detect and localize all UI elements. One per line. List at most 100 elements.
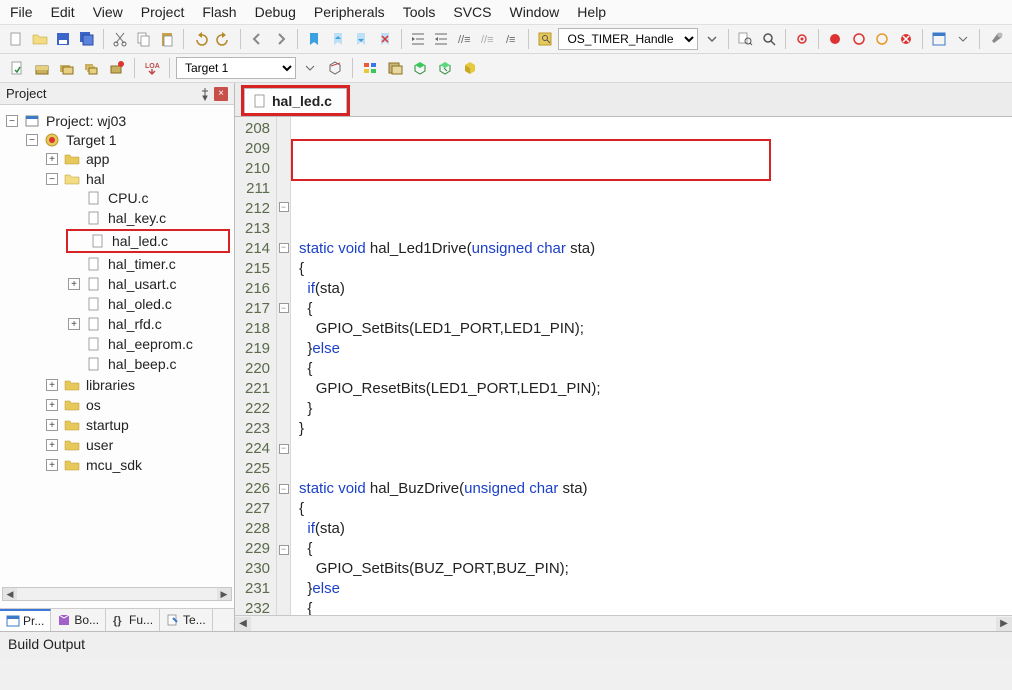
manage-project-button[interactable] (359, 57, 381, 79)
menu-svcs[interactable]: SVCS (453, 4, 491, 20)
menu-view[interactable]: View (93, 4, 123, 20)
window-layout-button[interactable] (929, 28, 949, 50)
cut-button[interactable] (110, 28, 130, 50)
expand-icon[interactable]: + (46, 153, 58, 165)
tree-project-root[interactable]: − Project: wj03 (4, 112, 230, 130)
paste-button[interactable] (157, 28, 177, 50)
scroll-left-icon[interactable]: ◀ (3, 588, 17, 600)
collapse-icon[interactable]: − (26, 134, 38, 146)
project-tree[interactable]: − Project: wj03 − Target 1 +ap (0, 105, 234, 608)
tree-folder-startup[interactable]: +startup (44, 416, 230, 434)
tree-target[interactable]: − Target 1 (24, 131, 230, 149)
debug-session-button[interactable] (792, 28, 812, 50)
tab-templates[interactable]: Te... (160, 609, 213, 631)
pack-installer-button[interactable] (409, 57, 431, 79)
bookmark-clear-button[interactable] (374, 28, 394, 50)
code-text-area[interactable]: static void hal_Led1Drive(unsigned char … (291, 117, 1012, 615)
tab-functions[interactable]: {} Fu... (106, 609, 160, 631)
open-file-button[interactable] (29, 28, 49, 50)
tree-file-cpu[interactable]: CPU.c (66, 189, 230, 207)
menu-flash[interactable]: Flash (202, 4, 236, 20)
tree-file-halusart[interactable]: +hal_usart.c (66, 275, 230, 293)
tab-books[interactable]: Bo... (51, 609, 106, 631)
fold-column[interactable]: − − − − − − (277, 117, 291, 615)
menu-edit[interactable]: Edit (51, 4, 75, 20)
symbol-combo[interactable]: OS_TIMER_Handle (558, 28, 698, 50)
target-combo[interactable]: Target 1 (176, 57, 296, 79)
target-options-button[interactable] (324, 57, 346, 79)
scroll-left-icon[interactable]: ◀ (235, 617, 251, 631)
undo-button[interactable] (190, 28, 210, 50)
search-project-button[interactable] (735, 28, 755, 50)
menu-project[interactable]: Project (141, 4, 185, 20)
bookmark-next-button[interactable] (351, 28, 371, 50)
tree-file-haloled[interactable]: hal_oled.c (66, 295, 230, 313)
close-panel-button[interactable]: × (214, 87, 228, 101)
expand-icon[interactable]: + (68, 318, 80, 330)
download-button[interactable]: LOAD (141, 57, 163, 79)
copy-button[interactable] (133, 28, 153, 50)
expand-icon[interactable]: + (46, 399, 58, 411)
tree-folder-hal[interactable]: −hal (44, 170, 230, 188)
menu-help[interactable]: Help (577, 4, 606, 20)
tree-file-haleeprom[interactable]: hal_eeprom.c (66, 335, 230, 353)
window-layout-dropdown[interactable] (952, 28, 972, 50)
code-editor[interactable]: 2082092102112122132142152162172182192202… (235, 117, 1012, 615)
translate-button[interactable] (6, 57, 28, 79)
tab-project[interactable]: Pr... (0, 609, 51, 631)
menu-tools[interactable]: Tools (403, 4, 436, 20)
menu-debug[interactable]: Debug (255, 4, 296, 20)
save-button[interactable] (53, 28, 73, 50)
expand-icon[interactable]: + (68, 278, 80, 290)
expand-icon[interactable]: + (46, 419, 58, 431)
bookmark-toggle-button[interactable] (304, 28, 324, 50)
nav-back-button[interactable] (247, 28, 267, 50)
insert-breakpoint-button[interactable] (825, 28, 845, 50)
batch-build-button[interactable] (81, 57, 103, 79)
tree-folder-mcusdk[interactable]: +mcu_sdk (44, 456, 230, 474)
new-file-button[interactable] (6, 28, 26, 50)
scroll-right-icon[interactable]: ▶ (217, 588, 231, 600)
target-dropdown-button[interactable] (299, 57, 321, 79)
bookmark-prev-button[interactable] (327, 28, 347, 50)
menu-peripherals[interactable]: Peripherals (314, 4, 385, 20)
save-all-button[interactable] (76, 28, 96, 50)
redo-button[interactable] (214, 28, 234, 50)
expand-icon[interactable]: + (46, 379, 58, 391)
pack-installer-2-button[interactable] (434, 57, 456, 79)
combo-dropdown-button[interactable] (701, 28, 721, 50)
tree-folder-user[interactable]: +user (44, 436, 230, 454)
comment-button[interactable]: //≡ (455, 28, 475, 50)
tree-file-halbeep[interactable]: hal_beep.c (66, 355, 230, 373)
tree-file-haltimer[interactable]: hal_timer.c (66, 255, 230, 273)
indent-button[interactable] (408, 28, 428, 50)
editor-hscrollbar[interactable]: ◀ ▶ (235, 615, 1012, 631)
enable-breakpoint-button[interactable] (849, 28, 869, 50)
find-button[interactable] (535, 28, 555, 50)
incremental-search-button[interactable] (758, 28, 778, 50)
project-hscrollbar[interactable]: ◀ ▶ (2, 587, 232, 601)
scroll-right-icon[interactable]: ▶ (996, 617, 1012, 631)
unindent-button[interactable] (431, 28, 451, 50)
tree-folder-libraries[interactable]: +libraries (44, 376, 230, 394)
tree-folder-app[interactable]: +app (44, 150, 230, 168)
editor-tab-halled[interactable]: hal_led.c (244, 88, 347, 113)
collapse-icon[interactable]: − (6, 115, 18, 127)
build-button[interactable] (31, 57, 53, 79)
pin-icon[interactable] (198, 87, 212, 101)
stop-build-button[interactable] (106, 57, 128, 79)
disable-breakpoint-button[interactable] (872, 28, 892, 50)
rebuild-button[interactable] (56, 57, 78, 79)
tree-file-halkey[interactable]: hal_key.c (66, 209, 230, 227)
collapse-icon[interactable]: − (46, 173, 58, 185)
select-packs-button[interactable] (384, 57, 406, 79)
uncomment-button[interactable]: //≡ (478, 28, 498, 50)
tree-file-halrfd[interactable]: +hal_rfd.c (66, 315, 230, 333)
menu-file[interactable]: File (10, 4, 33, 20)
build-output-panel-header[interactable]: Build Output (0, 631, 1012, 659)
kill-breakpoint-button[interactable] (896, 28, 916, 50)
manage-rte-button[interactable] (459, 57, 481, 79)
tree-file-halled[interactable]: hal_led.c (70, 232, 172, 250)
nav-forward-button[interactable] (271, 28, 291, 50)
menu-window[interactable]: Window (510, 4, 560, 20)
